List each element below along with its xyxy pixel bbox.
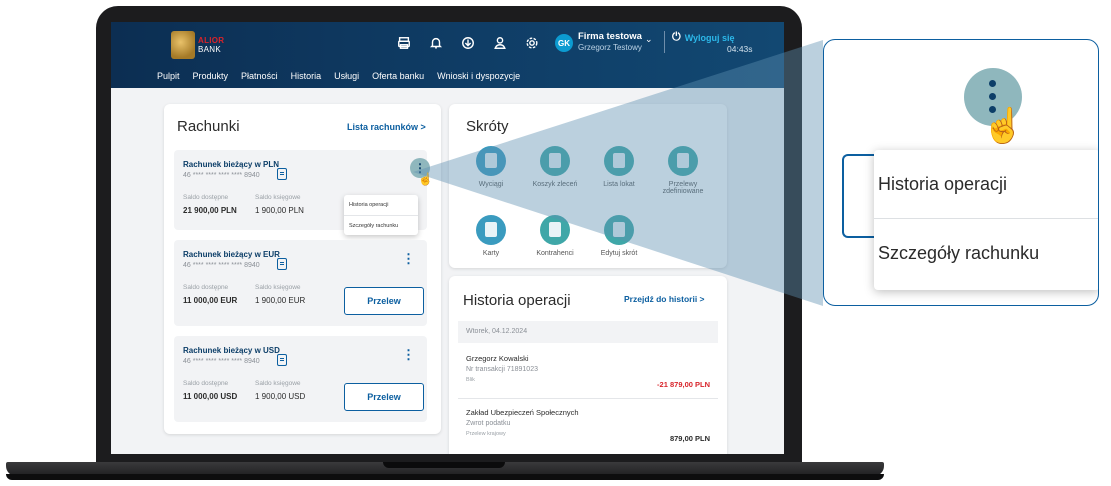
menu-item-szczegoly-rachunku[interactable]: Szczegóły rachunku — [874, 218, 1098, 286]
booked-label: Saldo księgowe — [255, 284, 301, 291]
kebab-menu-icon[interactable]: ⋮ — [402, 252, 415, 265]
booked-label: Saldo księgowe — [255, 194, 301, 201]
history-divider — [458, 398, 718, 399]
shortcut-wyciagi[interactable]: Wyciągi — [461, 146, 521, 188]
hand-cursor-icon: ☝ — [982, 107, 1025, 145]
available-label: Saldo dostępne — [183, 284, 229, 291]
booked-balance: 1 900,00 USD — [255, 392, 306, 401]
chevron-down-icon[interactable]: ⌄ — [645, 34, 653, 45]
laptop-notch — [383, 462, 505, 468]
account-number: 46 **** **** **** **** 8940 — [183, 172, 260, 179]
transfer-button[interactable]: Przelew — [344, 287, 424, 315]
nav-item-pulpit[interactable]: Pulpit — [157, 71, 180, 81]
menu-item-historia-operacji[interactable]: Historia operacji — [344, 195, 418, 215]
copy-icon[interactable] — [277, 258, 287, 270]
available-balance: 11 000,00 EUR — [183, 296, 238, 305]
document-icon — [668, 146, 698, 176]
copy-icon[interactable] — [277, 354, 287, 366]
account-number: 46 **** **** **** **** 8940 — [183, 262, 260, 269]
nav-item-platnosci[interactable]: Płatności — [241, 71, 278, 81]
avatar[interactable]: GK — [555, 34, 573, 52]
history-row[interactable]: Grzegorz Kowalski Nr transakcji 71891023… — [466, 354, 714, 389]
session-timer: 04:43s — [727, 44, 753, 54]
main-nav: Pulpit Produkty Płatności Historia Usług… — [157, 71, 520, 81]
booked-label: Saldo księgowe — [255, 380, 301, 387]
history-date: Wtorek, 04.12.2024 — [458, 321, 718, 343]
nav-item-produkty[interactable]: Produkty — [193, 71, 229, 81]
alior-lion-icon — [171, 31, 195, 59]
available-balance: 11 000,00 USD — [183, 392, 238, 401]
settings-icon[interactable] — [524, 35, 540, 51]
shortcuts-title: Skróty — [466, 118, 509, 135]
shortcut-kontrahenci[interactable]: Kontrahenci — [525, 215, 585, 257]
history-link[interactable]: Przejdź do historii > — [624, 294, 705, 304]
available-label: Saldo dostępne — [183, 194, 229, 201]
company-switcher[interactable]: Firma testowa Grzegorz Testowy — [578, 31, 642, 52]
account-card-eur: Rachunek bieżący w EUR 46 **** **** ****… — [174, 240, 427, 326]
booked-balance: 1 900,00 PLN — [255, 206, 304, 215]
hand-cursor-icon: ☝ — [418, 172, 433, 186]
header-divider — [664, 31, 665, 53]
accounts-panel: Rachunki Lista rachunków > Rachunek bież… — [164, 104, 441, 434]
logout-button[interactable]: ⏻ Wyloguj się — [672, 31, 735, 44]
shortcut-przelewy[interactable]: Przelewy zdefiniowane — [653, 146, 713, 195]
nav-item-uslugi[interactable]: Usługi — [334, 71, 359, 81]
logout-label: Wyloguj się — [684, 32, 735, 43]
account-context-menu: Historia operacji Szczegóły rachunku — [344, 195, 418, 235]
shortcuts-panel: Skróty Wyciągi Koszyk zleceń Lista lokat… — [449, 104, 727, 268]
power-icon: ⏻ — [672, 31, 681, 43]
booked-balance: 1 900,00 EUR — [255, 296, 306, 305]
account-card-usd: Rachunek bieżący w USD 46 **** **** ****… — [174, 336, 427, 422]
screen: ALIOR BANK GK Firma testowa Grzegorz Tes… — [111, 22, 784, 454]
account-name[interactable]: Rachunek bieżący w USD — [183, 346, 280, 355]
nav-item-oferta[interactable]: Oferta banku — [372, 71, 424, 81]
transfer-button[interactable]: Przelew — [344, 383, 424, 411]
accounts-title: Rachunki — [177, 118, 240, 135]
history-title: Historia operacji — [463, 292, 571, 309]
user-icon[interactable] — [492, 35, 508, 51]
shortcut-edytuj[interactable]: Edytuj skrót — [589, 215, 649, 257]
company-name: Firma testowa — [578, 31, 642, 42]
piggy-bank-icon — [604, 146, 634, 176]
contacts-icon — [540, 215, 570, 245]
printer-icon[interactable] — [396, 35, 412, 51]
zoom-callout: ☝ Historia operacji Szczegóły rachunku — [823, 39, 1099, 306]
account-name[interactable]: Rachunek bieżący w EUR — [183, 250, 280, 259]
app-header: ALIOR BANK GK Firma testowa Grzegorz Tes… — [111, 22, 784, 88]
menu-item-historia-operacji[interactable]: Historia operacji — [874, 150, 1098, 218]
history-row[interactable]: Zakład Ubezpieczeń Społecznych Zwrot pod… — [466, 408, 714, 443]
available-balance: 21 900,00 PLN — [183, 206, 237, 215]
menu-item-szczegoly-rachunku[interactable]: Szczegóły rachunku — [344, 215, 418, 235]
laptop-base-edge — [6, 474, 884, 480]
logo-wordmark: ALIOR BANK — [198, 36, 225, 54]
account-number: 46 **** **** **** **** 8940 — [183, 358, 260, 365]
stage: ALIOR BANK GK Firma testowa Grzegorz Tes… — [0, 0, 1111, 486]
nav-item-historia[interactable]: Historia — [291, 71, 322, 81]
card-icon — [476, 215, 506, 245]
statement-icon — [476, 146, 506, 176]
download-icon[interactable] — [460, 35, 476, 51]
history-amount: 879,00 PLN — [669, 434, 710, 443]
user-name: Grzegorz Testowy — [578, 43, 642, 52]
nav-item-wnioski[interactable]: Wnioski i dyspozycje — [437, 71, 520, 81]
shortcut-lokaty[interactable]: Lista lokat — [589, 146, 649, 188]
zoom-context-menu: Historia operacji Szczegóły rachunku — [874, 150, 1098, 290]
bell-icon[interactable] — [428, 35, 444, 51]
history-panel: Historia operacji Przejdź do historii > … — [449, 276, 727, 454]
history-amount: -21 879,00 PLN — [657, 380, 710, 389]
account-name[interactable]: Rachunek bieżący w PLN — [183, 160, 279, 169]
more-icon — [604, 215, 634, 245]
kebab-menu-icon[interactable]: ⋮ — [402, 348, 415, 361]
basket-icon — [540, 146, 570, 176]
copy-icon[interactable] — [277, 168, 287, 180]
alior-logo[interactable]: ALIOR BANK — [171, 29, 235, 61]
shortcut-koszyk[interactable]: Koszyk zleceń — [525, 146, 585, 188]
available-label: Saldo dostępne — [183, 380, 229, 387]
accounts-list-link[interactable]: Lista rachunków > — [347, 122, 426, 132]
header-icons — [396, 35, 540, 51]
shortcut-karty[interactable]: Karty — [461, 215, 521, 257]
